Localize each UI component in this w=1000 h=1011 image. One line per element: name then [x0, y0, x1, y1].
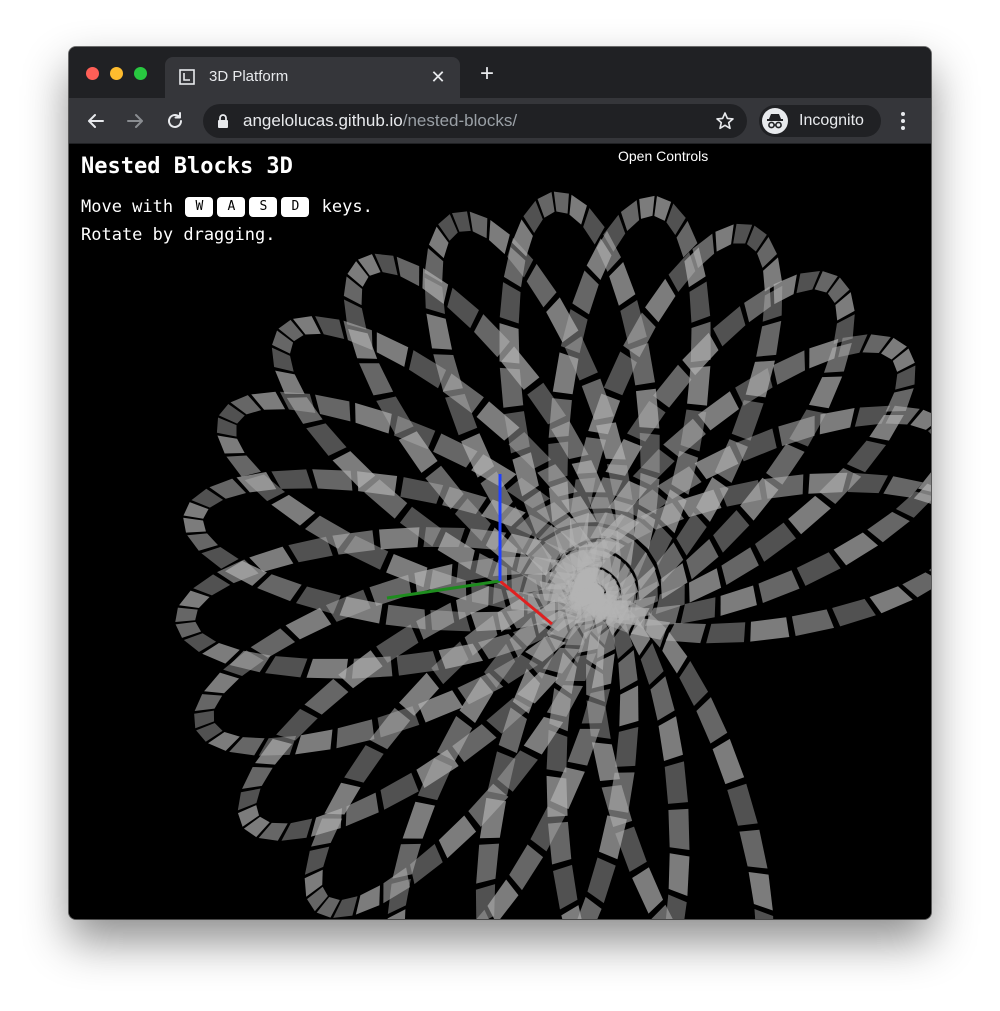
- browser-toolbar: angelolucas.github.io/nested-blocks/ Inc…: [69, 98, 931, 144]
- block: [509, 844, 544, 891]
- zoom-window-button[interactable]: [134, 67, 147, 80]
- block: [796, 552, 841, 586]
- block: [344, 745, 384, 783]
- star-icon[interactable]: [715, 111, 735, 131]
- block: [553, 864, 578, 910]
- incognito-profile-button[interactable]: Incognito: [759, 105, 881, 137]
- block: [788, 495, 831, 535]
- block: [619, 685, 639, 727]
- block: [426, 313, 453, 350]
- block: [832, 598, 876, 627]
- block: [175, 607, 198, 623]
- new-tab-icon[interactable]: +: [477, 62, 497, 86]
- block: [713, 510, 750, 553]
- block: [727, 783, 758, 826]
- block: [627, 400, 666, 442]
- browser-window: 3D Platform ✕ + angelolucas.github.io/ne…: [69, 47, 931, 919]
- forward-icon[interactable]: [122, 108, 148, 134]
- block: [359, 363, 394, 396]
- block: [869, 586, 913, 614]
- block: [385, 604, 426, 630]
- block: [750, 617, 790, 642]
- block: [764, 474, 804, 499]
- tab-close-icon[interactable]: ✕: [428, 67, 448, 87]
- block: [572, 270, 599, 315]
- block: [754, 522, 797, 562]
- webgl-canvas[interactable]: Nested Blocks 3D Move with WASD keys. Ro…: [69, 144, 931, 919]
- rotate-instruction: Rotate by dragging.: [81, 225, 276, 245]
- block: [706, 622, 746, 644]
- block: [632, 867, 664, 914]
- block: [664, 761, 688, 804]
- block: [791, 609, 835, 637]
- block: [639, 195, 655, 219]
- block: [609, 261, 636, 306]
- block: [438, 815, 477, 859]
- tab-title: 3D Platform: [209, 68, 289, 85]
- block: [351, 656, 393, 679]
- block: [758, 570, 800, 604]
- kebab-menu-icon[interactable]: [895, 110, 911, 132]
- key-a: A: [217, 197, 246, 217]
- block: [808, 376, 843, 409]
- block: [183, 517, 206, 533]
- block: [552, 352, 579, 395]
- block: [257, 574, 302, 602]
- block-rings: [175, 191, 931, 919]
- minimize-window-button[interactable]: [110, 67, 123, 80]
- block: [396, 651, 440, 676]
- incognito-label: Incognito: [799, 112, 864, 129]
- tab-strip: 3D Platform ✕ +: [69, 47, 931, 98]
- block: [336, 719, 375, 749]
- nested-blocks-scene[interactable]: [69, 144, 931, 919]
- tab-3d-platform[interactable]: 3D Platform ✕: [165, 57, 460, 98]
- block: [304, 678, 349, 715]
- page-title: Nested Blocks 3D: [81, 154, 293, 179]
- address-bar[interactable]: angelolucas.github.io/nested-blocks/: [203, 104, 747, 138]
- block: [928, 447, 931, 477]
- favicon-icon: [179, 69, 195, 85]
- close-window-button[interactable]: [86, 67, 99, 80]
- lock-icon: [218, 114, 228, 128]
- move-instruction: Move with WASD keys.: [81, 197, 373, 217]
- block: [756, 320, 782, 357]
- block: [696, 697, 728, 744]
- block: [499, 282, 521, 324]
- block: [615, 726, 639, 767]
- block: [504, 411, 530, 454]
- incognito-icon: [762, 108, 788, 134]
- block: [306, 423, 347, 456]
- block: [668, 853, 690, 896]
- key-d: D: [281, 197, 310, 217]
- key-s: S: [249, 197, 278, 217]
- block: [712, 738, 745, 785]
- block: [739, 829, 768, 869]
- key-w: W: [185, 197, 214, 217]
- instructions-panel: Nested Blocks 3D Move with WASD keys. Ro…: [81, 154, 373, 249]
- block: [650, 676, 675, 721]
- block: [833, 532, 879, 566]
- block: [665, 894, 687, 919]
- block: [265, 656, 308, 678]
- block: [306, 658, 349, 679]
- reload-icon[interactable]: [162, 108, 188, 134]
- block: [402, 801, 435, 839]
- block: [658, 716, 683, 761]
- block: [476, 843, 500, 884]
- back-icon[interactable]: [83, 108, 109, 134]
- url-text: angelolucas.github.io/nested-blocks/: [243, 111, 518, 130]
- open-controls-button[interactable]: Open Controls: [618, 148, 708, 164]
- block: [587, 857, 616, 904]
- block: [553, 191, 569, 214]
- block: [668, 808, 690, 850]
- block: [748, 871, 773, 911]
